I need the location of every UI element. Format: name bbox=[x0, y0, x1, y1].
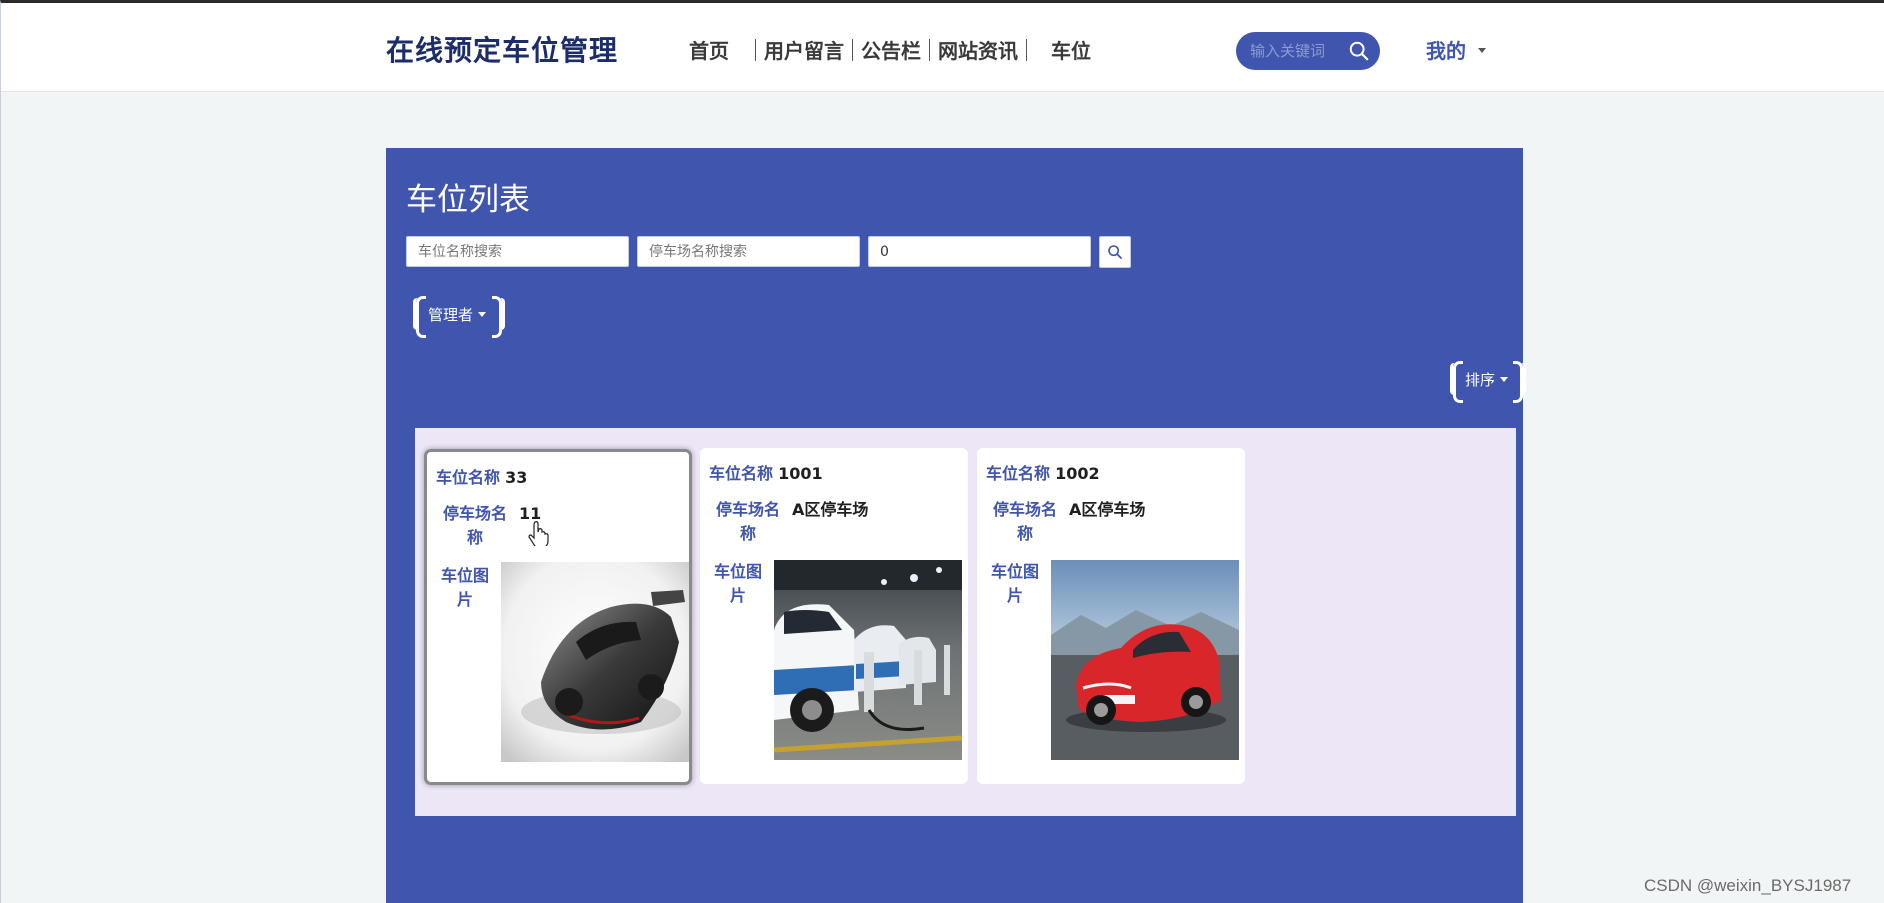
nav-news[interactable]: 网站资讯 bbox=[930, 35, 1026, 64]
spot-image-row: 车位图片 bbox=[441, 564, 489, 612]
lot-name-value: A区停车场 bbox=[792, 500, 869, 519]
third-filter-input[interactable] bbox=[868, 236, 1091, 267]
search-icon bbox=[1108, 245, 1122, 259]
spot-name-label: 车位名称 bbox=[986, 464, 1051, 483]
lot-name-label: 停车场名称 bbox=[715, 500, 780, 543]
admin-dropdown-button[interactable]: 管理者 bbox=[416, 296, 502, 338]
spot-name-value: 33 bbox=[505, 468, 528, 487]
lot-name-row: 停车场名称 A区停车场 bbox=[714, 498, 868, 546]
lot-name-search-input[interactable] bbox=[637, 236, 860, 267]
top-navbar: 在线预定车位管理 首页 用户留言 公告栏 网站资讯 车位 我的 bbox=[1, 3, 1884, 92]
chevron-down-icon bbox=[478, 311, 487, 317]
my-account-dropdown[interactable]: 我的 bbox=[1426, 35, 1486, 64]
ev-charging-image bbox=[774, 560, 962, 760]
sort-button-label: 排序 bbox=[1465, 370, 1496, 389]
spot-image-label: 车位图片 bbox=[714, 562, 763, 605]
black-sports-car-image bbox=[501, 562, 689, 762]
spot-image-row: 车位图片 bbox=[714, 560, 762, 608]
header-search bbox=[1236, 32, 1380, 70]
page-title: 车位列表 bbox=[406, 182, 530, 218]
spot-name-search-input[interactable] bbox=[406, 236, 629, 267]
admin-button-label: 管理者 bbox=[428, 305, 474, 324]
main-nav: 首页 用户留言 公告栏 网站资讯 车位 bbox=[681, 35, 1099, 64]
lot-name-value: A区停车场 bbox=[1069, 500, 1146, 519]
spot-name-value: 1002 bbox=[1055, 464, 1100, 483]
header-search-input[interactable] bbox=[1250, 42, 1348, 60]
spot-card[interactable]: 车位名称 1001 停车场名称 A区停车场 车位图片 bbox=[700, 448, 968, 784]
spot-image[interactable] bbox=[774, 560, 962, 760]
hand-cursor-icon bbox=[528, 521, 549, 546]
spot-image[interactable] bbox=[501, 562, 689, 762]
spot-list-panel: 车位列表 管理者 排序 车位名称 33 停车场名称 11 bbox=[386, 148, 1523, 903]
spot-image-label: 车位图片 bbox=[441, 566, 490, 609]
site-brand[interactable]: 在线预定车位管理 bbox=[386, 29, 618, 69]
spot-image-label: 车位图片 bbox=[991, 562, 1040, 605]
red-sports-car-image bbox=[1051, 560, 1239, 760]
nav-messages[interactable]: 用户留言 bbox=[756, 35, 852, 64]
watermark: CSDN @weixin_BYSJ1987 bbox=[1644, 876, 1852, 895]
my-account-label: 我的 bbox=[1426, 39, 1466, 63]
spot-name-row: 车位名称 1001 bbox=[709, 460, 823, 484]
search-icon[interactable] bbox=[1348, 40, 1370, 62]
spot-card[interactable]: 车位名称 1002 停车场名称 A区停车场 车位图片 bbox=[977, 448, 1245, 784]
filter-bar bbox=[406, 236, 1131, 268]
nav-home[interactable]: 首页 bbox=[681, 35, 755, 64]
spot-name-value: 1001 bbox=[778, 464, 823, 483]
chevron-down-icon bbox=[1478, 48, 1486, 53]
spot-card[interactable]: 车位名称 33 停车场名称 11 车位图片 bbox=[424, 449, 692, 785]
lot-name-row: 停车场名称 A区停车场 bbox=[991, 498, 1145, 546]
sort-dropdown-button[interactable]: 排序 bbox=[1453, 361, 1523, 403]
nav-announcements[interactable]: 公告栏 bbox=[853, 35, 929, 64]
spot-card-grid: 车位名称 33 停车场名称 11 车位图片 车位名称 1001 停车场名称 A区… bbox=[415, 428, 1516, 816]
lot-name-label: 停车场名称 bbox=[442, 504, 507, 547]
chevron-down-icon bbox=[1500, 376, 1509, 382]
spot-image[interactable] bbox=[1051, 560, 1239, 760]
filter-search-button[interactable] bbox=[1099, 236, 1131, 268]
spot-image-row: 车位图片 bbox=[991, 560, 1039, 608]
spot-name-label: 车位名称 bbox=[709, 464, 774, 483]
spot-name-row: 车位名称 33 bbox=[436, 464, 527, 488]
nav-parking-spots[interactable]: 车位 bbox=[1027, 35, 1099, 64]
lot-name-label: 停车场名称 bbox=[992, 500, 1057, 543]
spot-name-row: 车位名称 1002 bbox=[986, 460, 1100, 484]
spot-name-label: 车位名称 bbox=[436, 468, 501, 487]
lot-name-row: 停车场名称 11 bbox=[441, 502, 541, 550]
